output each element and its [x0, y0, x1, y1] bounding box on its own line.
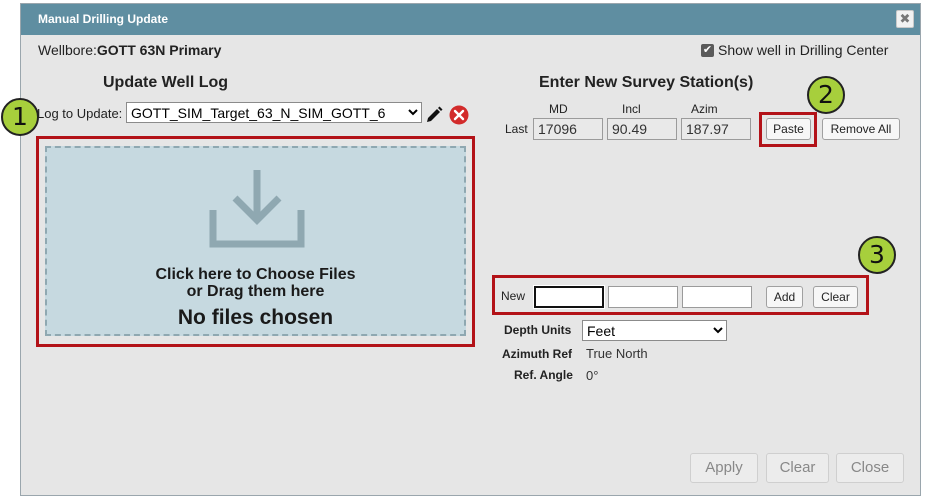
- remove-all-button[interactable]: Remove All: [822, 118, 900, 140]
- paste-button[interactable]: Paste: [766, 118, 811, 140]
- add-button[interactable]: Add: [766, 286, 803, 308]
- close-button[interactable]: Close: [836, 453, 904, 483]
- update-well-log-heading: Update Well Log: [103, 74, 229, 91]
- new-incl-input[interactable]: [608, 286, 678, 308]
- close-icon[interactable]: ✖: [896, 10, 914, 28]
- file-dropzone[interactable]: Click here to Choose Files or Drag them …: [45, 146, 466, 336]
- wellbore-name: GOTT 63N Primary: [96, 42, 222, 58]
- show-well-checkbox[interactable]: ✔: [701, 44, 714, 57]
- dialog-titlebar: Manual Drilling Update ✖: [21, 4, 920, 35]
- dialog-title: Manual Drilling Update: [38, 12, 169, 26]
- column-azim: Azim: [691, 102, 718, 116]
- column-incl: Incl: [622, 102, 641, 116]
- dropzone-line2: or Drag them here: [186, 283, 325, 300]
- wellbore-info: Wellbore:GOTT 63N Primary: [38, 42, 221, 58]
- clear-button[interactable]: Clear: [766, 453, 829, 483]
- callout-3: 3: [858, 236, 896, 274]
- clear-new-button[interactable]: Clear: [813, 286, 858, 308]
- manual-drilling-update-dialog: Manual Drilling Update ✖ Wellbore:GOTT 6…: [20, 3, 921, 496]
- delete-log-icon[interactable]: [449, 105, 469, 125]
- last-label: Last: [505, 122, 528, 136]
- new-azim-input[interactable]: [682, 286, 752, 308]
- callout-1: 1: [1, 98, 39, 136]
- show-well-label: Show well in Drilling Center: [718, 42, 889, 58]
- depth-units-label: Depth Units: [504, 323, 572, 337]
- last-incl-field: 90.49: [607, 118, 677, 140]
- wellbore-label: Wellbore:: [38, 42, 97, 58]
- ref-angle-value: 0°: [586, 368, 599, 383]
- callout-2: 2: [807, 76, 845, 114]
- download-icon: [209, 170, 305, 248]
- new-md-input[interactable]: [533, 285, 605, 309]
- apply-button[interactable]: Apply: [690, 453, 758, 483]
- pencil-icon[interactable]: [424, 105, 444, 125]
- azimuth-ref-label: Azimuth Ref: [502, 347, 572, 361]
- last-md-field: 17096: [533, 118, 603, 140]
- log-to-update-select[interactable]: GOTT_SIM_Target_63_N_SIM_GOTT_6: [126, 102, 422, 123]
- dropzone-status: No files chosen: [177, 306, 334, 329]
- ref-angle-label: Ref. Angle: [514, 368, 573, 382]
- dropzone-line1: Click here to Choose Files: [155, 266, 356, 283]
- last-azim-field: 187.97: [681, 118, 751, 140]
- log-to-update-label: Log to Update:: [37, 106, 123, 121]
- column-md: MD: [549, 102, 568, 116]
- new-label: New: [501, 289, 526, 303]
- azimuth-ref-value: True North: [586, 346, 648, 361]
- depth-units-select[interactable]: Feet: [582, 320, 727, 341]
- survey-heading: Enter New Survey Station(s): [539, 74, 754, 91]
